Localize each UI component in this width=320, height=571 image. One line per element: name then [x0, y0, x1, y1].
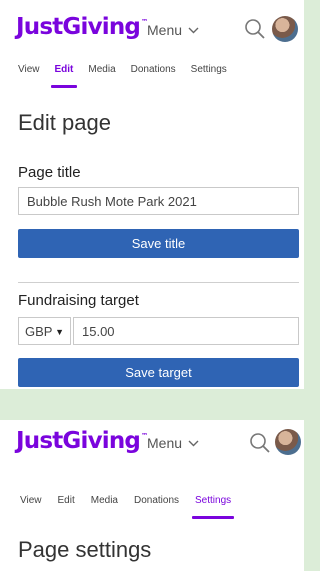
- target-amount-input[interactable]: 15.00: [73, 317, 299, 345]
- menu-button[interactable]: Menu: [147, 435, 199, 451]
- fundraising-target-label: Fundraising target: [18, 292, 139, 309]
- avatar[interactable]: [275, 429, 301, 455]
- header: JustGiving™ Menu: [0, 0, 304, 66]
- settings-screen: JustGiving™ Menu View Edit Media Donatio…: [0, 420, 304, 571]
- tab-view[interactable]: View: [20, 495, 42, 519]
- menu-button[interactable]: Menu: [147, 22, 199, 38]
- caret-down-icon: ▼: [55, 327, 64, 337]
- page-title-input[interactable]: Bubble Rush Mote Park 2021: [18, 187, 299, 215]
- tab-donations[interactable]: Donations: [131, 64, 176, 88]
- chevron-down-icon: [188, 440, 199, 446]
- avatar[interactable]: [272, 16, 298, 42]
- save-title-button[interactable]: Save title: [18, 229, 299, 258]
- save-target-button[interactable]: Save target: [18, 358, 299, 387]
- tab-media[interactable]: Media: [88, 64, 115, 88]
- page-title: Edit page: [18, 110, 111, 135]
- page-title: Page settings: [18, 537, 152, 562]
- tab-donations[interactable]: Donations: [134, 495, 179, 519]
- edit-page-screen: JustGiving™ Menu View Edit Media Donatio…: [0, 0, 304, 389]
- tab-media[interactable]: Media: [91, 495, 118, 519]
- menu-label: Menu: [147, 435, 183, 451]
- page-tabs: View Edit Media Donations Settings: [20, 495, 247, 519]
- tab-view[interactable]: View: [18, 64, 40, 88]
- currency-value: GBP: [25, 324, 53, 339]
- justgiving-logo[interactable]: JustGiving™: [16, 428, 148, 454]
- search-icon[interactable]: [244, 18, 266, 40]
- chevron-down-icon: [188, 27, 199, 33]
- tab-edit[interactable]: Edit: [50, 64, 78, 88]
- tab-settings[interactable]: Settings: [192, 495, 235, 519]
- justgiving-logo[interactable]: JustGiving™: [16, 14, 148, 40]
- search-icon[interactable]: [249, 432, 271, 454]
- menu-label: Menu: [147, 22, 183, 38]
- page-title-label: Page title: [18, 164, 81, 181]
- tab-settings[interactable]: Settings: [191, 64, 227, 88]
- tab-edit[interactable]: Edit: [58, 495, 75, 519]
- currency-select[interactable]: GBP ▼: [18, 317, 71, 345]
- header: JustGiving™ Menu: [0, 420, 304, 486]
- page-tabs: View Edit Media Donations Settings: [18, 64, 242, 88]
- divider: [18, 282, 299, 283]
